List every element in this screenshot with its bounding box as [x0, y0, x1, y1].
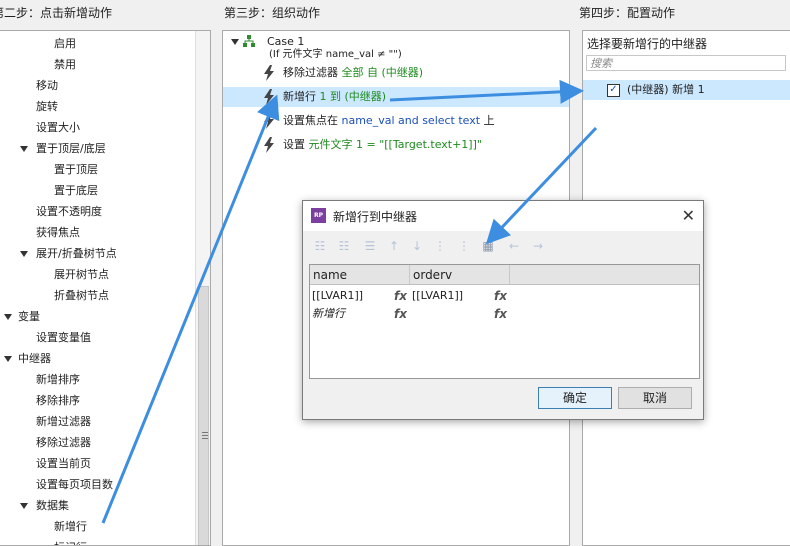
delete-rows-icon[interactable]: ☰: [363, 239, 377, 253]
cell-row1-orderv[interactable]: [[LVAR1]]: [412, 287, 463, 305]
tree-item[interactable]: 设置不透明度: [36, 203, 102, 221]
step3-header: 第三步：组织动作: [224, 6, 321, 20]
tree-item[interactable]: 移除排序: [36, 392, 80, 410]
tree-item[interactable]: 启用: [54, 35, 76, 53]
lightning-bolt-icon: [264, 137, 274, 153]
action-target: 1 到 (中继器): [319, 90, 387, 103]
dialog-titlebar[interactable]: RP 新增行到中继器 ✕: [303, 201, 703, 231]
lightning-bolt-icon: [264, 113, 274, 129]
repeater-search-input[interactable]: 搜索: [586, 55, 786, 71]
action-verb: 移除过滤器: [283, 66, 342, 79]
action-row[interactable]: 新增行 1 到 (中继器): [223, 87, 569, 107]
cell-row1-name[interactable]: [[LVAR1]]: [312, 287, 363, 305]
column-header-empty: [510, 265, 699, 285]
repeater-rows-grid: name orderv [[LVAR1]] fx [[LVAR1]] fx 新增…: [309, 264, 700, 379]
move-down-icon[interactable]: ↓: [410, 239, 424, 253]
case-icon: [243, 35, 255, 47]
tree-item[interactable]: 中继器: [18, 350, 51, 368]
close-icon[interactable]: ✕: [682, 206, 695, 225]
case-condition: (If 元件文字 name_val ≠ ""): [269, 49, 402, 60]
action-label: 设置焦点在 name_val and select text 上: [283, 111, 495, 131]
action-verb: 设置焦点在: [283, 114, 342, 127]
lightning-bolt-icon: [264, 65, 274, 81]
action-target: 元件文字 1 = "[[Target.text+1]]": [308, 138, 482, 151]
column-header-name[interactable]: name: [310, 265, 410, 285]
tree-expand-icon[interactable]: [4, 314, 12, 320]
actions-tree-panel: 启用禁用移动旋转设置大小置于顶层/底层置于顶层置于底层设置不透明度 获得焦点展开/…: [0, 30, 211, 546]
delete-column-icon[interactable]: ▦: [481, 239, 495, 253]
tree-expand-icon[interactable]: [20, 251, 28, 257]
action-verb: 设置: [283, 138, 309, 151]
insert-rows-below-icon[interactable]: ☷: [337, 239, 351, 253]
tree-item[interactable]: 置于顶层/底层: [36, 140, 106, 158]
tree-scrollbar[interactable]: [195, 31, 210, 545]
insert-column-right-icon[interactable]: ⋮: [457, 239, 471, 253]
scroll-grip-icon: [202, 432, 208, 433]
insert-column-icon[interactable]: ⋮: [433, 239, 447, 253]
scroll-grip-icon: [202, 438, 208, 439]
action-label: 设置 元件文字 1 = "[[Target.text+1]]": [283, 135, 482, 155]
action-row[interactable]: 移除过滤器 全部 自 (中继器): [223, 63, 569, 83]
tree-item[interactable]: 数据集: [36, 497, 69, 515]
action-target: 全部 自 (中继器): [341, 66, 424, 79]
action-suffix: 上: [480, 114, 495, 127]
tree-item[interactable]: 置于底层: [54, 182, 98, 200]
tree-item[interactable]: 展开树节点: [54, 266, 109, 284]
fx-button[interactable]: fx: [494, 305, 507, 323]
scroll-grip-icon: [202, 435, 208, 436]
tree-item[interactable]: 置于顶层: [54, 161, 98, 179]
tree-item[interactable]: 获得焦点: [36, 224, 80, 242]
select-repeater-title: 选择要新增行的中继器: [587, 37, 708, 51]
action-label: 移除过滤器 全部 自 (中继器): [283, 63, 423, 83]
insert-rows-icon[interactable]: ☷: [313, 239, 327, 253]
fx-button[interactable]: fx: [394, 305, 407, 323]
repeater-list-item[interactable]: ✓ (中继器) 新增 1: [583, 80, 790, 100]
step4-header: 第四步：配置动作: [579, 6, 676, 20]
repeater-item-label: (中继器) 新增 1: [627, 83, 705, 96]
tree-item[interactable]: 旋转: [36, 98, 58, 116]
step2-header: 第二步：点击新增动作: [0, 6, 113, 20]
move-left-icon[interactable]: ←: [507, 239, 521, 253]
dialog-title: 新增行到中继器: [333, 210, 418, 224]
tree-item[interactable]: 设置大小: [36, 119, 80, 137]
lightning-bolt-icon: [264, 89, 274, 105]
tree-item[interactable]: 新增行: [54, 518, 87, 536]
move-up-icon[interactable]: ↑: [387, 239, 401, 253]
tree-item[interactable]: 折叠树节点: [54, 287, 109, 305]
axure-rp-logo-icon: RP: [311, 208, 326, 223]
action-row[interactable]: 设置焦点在 name_val and select text 上: [223, 111, 569, 131]
action-verb: 新增行: [283, 90, 320, 103]
ok-button[interactable]: 确定: [538, 387, 612, 409]
action-row[interactable]: 设置 元件文字 1 = "[[Target.text+1]]": [223, 135, 569, 155]
tree-scroll-thumb[interactable]: [198, 286, 209, 545]
tree-item[interactable]: 设置变量值: [36, 329, 91, 347]
tree-item[interactable]: 设置每页项目数: [36, 476, 113, 494]
case-expand-icon[interactable]: [231, 39, 239, 45]
tree-expand-icon[interactable]: [4, 356, 12, 362]
tree-item[interactable]: 新增过滤器: [36, 413, 91, 431]
action-label: 新增行 1 到 (中继器): [283, 87, 386, 107]
tree-item[interactable]: 设置当前页: [36, 455, 91, 473]
move-right-icon[interactable]: →: [531, 239, 545, 253]
tree-item[interactable]: 变量: [18, 308, 40, 326]
action-target: name_val and select text: [341, 114, 481, 127]
tree-item[interactable]: 禁用: [54, 56, 76, 74]
cancel-button[interactable]: 取消: [618, 387, 692, 409]
repeater-checkbox[interactable]: ✓: [607, 84, 620, 97]
column-header-orderv[interactable]: orderv: [410, 265, 510, 285]
tree-item[interactable]: 移除过滤器: [36, 434, 91, 452]
tree-item[interactable]: 展开/折叠树节点: [36, 245, 117, 263]
tree-item[interactable]: 新增排序: [36, 371, 80, 389]
fx-button[interactable]: fx: [494, 287, 507, 305]
tree-item[interactable]: 移动: [36, 77, 58, 95]
tree-expand-icon[interactable]: [20, 146, 28, 152]
add-rows-dialog: RP 新增行到中继器 ✕ ☷ ☷ ☰ ↑ ↓ ⋮ ⋮ ▦ ← → name or…: [302, 200, 704, 420]
cell-new-row-name[interactable]: 新增行: [312, 305, 345, 323]
tree-expand-icon[interactable]: [20, 503, 28, 509]
tree-item[interactable]: 标记行: [54, 539, 87, 545]
fx-button[interactable]: fx: [394, 287, 407, 305]
